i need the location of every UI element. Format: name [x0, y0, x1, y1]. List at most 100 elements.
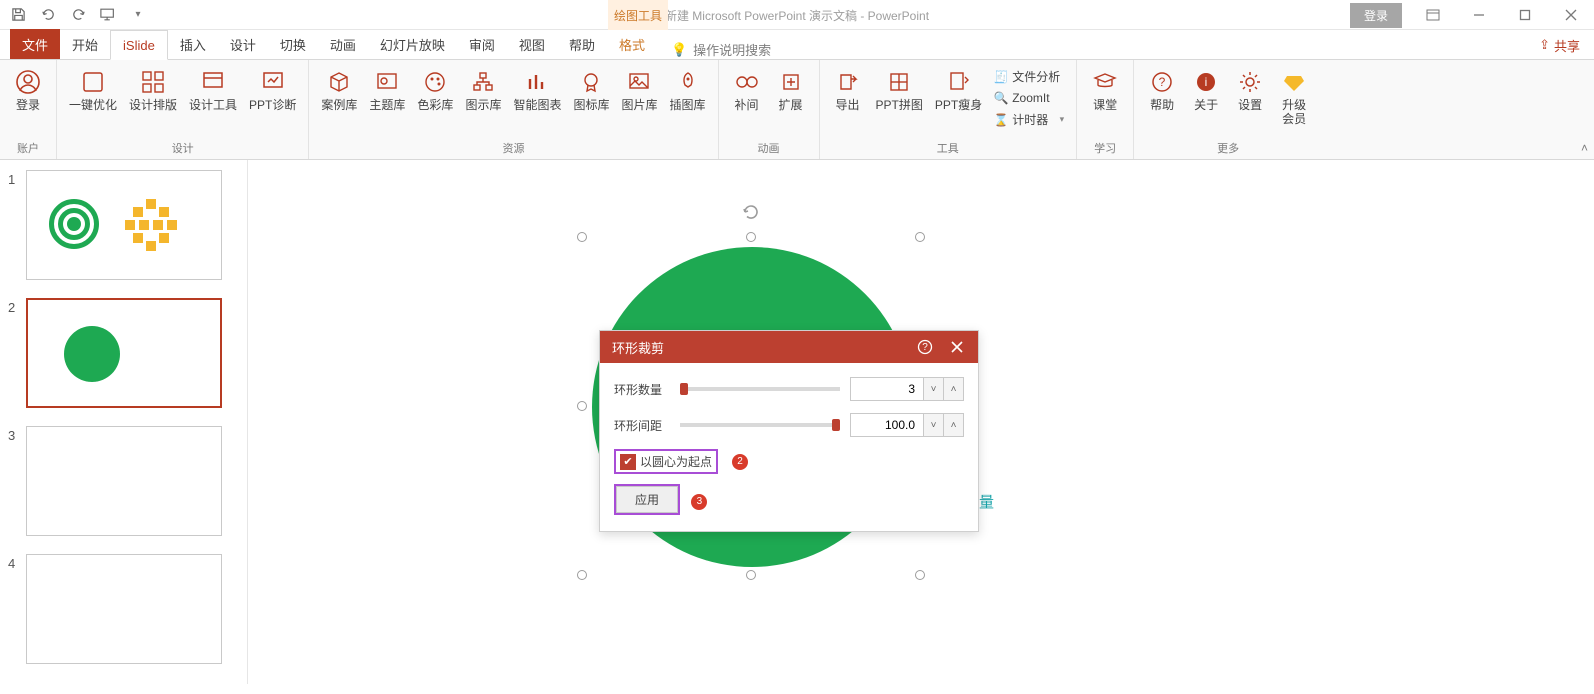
illus-button[interactable]: 插图库: [666, 64, 710, 112]
ribbon: 登录 账户 一键优化 设计排版 设计工具 PPT诊断 设计 案例库 主题库 色彩…: [0, 60, 1594, 160]
slide-thumbnails: 1 2 3: [0, 160, 248, 684]
dialog-close-icon[interactable]: [948, 338, 966, 356]
timer-button[interactable]: ⌛计时器 ▾: [990, 109, 1068, 130]
gap-up-icon[interactable]: ˄: [943, 414, 963, 436]
slide-thumb-3[interactable]: [26, 426, 222, 536]
minimize-icon[interactable]: [1456, 0, 1502, 30]
diamond-icon: [1280, 68, 1308, 96]
group-design: 一键优化 设计排版 设计工具 PPT诊断 设计: [57, 60, 309, 159]
resize-handle[interactable]: [915, 570, 925, 580]
login-big-button[interactable]: 登录: [8, 64, 48, 112]
from-center-checkbox[interactable]: ✔: [620, 454, 636, 470]
tab-animation[interactable]: 动画: [318, 29, 368, 59]
smart-button[interactable]: 智能图表: [509, 64, 565, 112]
badge-icon: [577, 68, 605, 96]
zoomit-button[interactable]: 🔍ZoomIt: [990, 89, 1068, 107]
image-icon: [625, 68, 653, 96]
rings-up-icon[interactable]: ˄: [943, 378, 963, 400]
info-icon: i: [1192, 68, 1220, 96]
circle-graphic: [64, 326, 120, 382]
from-center-label: 以圆心为起点: [640, 453, 712, 470]
resize-handle[interactable]: [915, 232, 925, 242]
resize-handle[interactable]: [577, 401, 587, 411]
tab-islide[interactable]: iSlide: [110, 30, 168, 60]
qat-customize-icon[interactable]: ▾: [130, 7, 146, 23]
dialog-body: 环形数量 ˅ ˄ 环形间距 ˅ ˄ ✔ 以圆心为起点 2: [600, 363, 978, 531]
title-bar: ▾ 新建 Microsoft PowerPoint 演示文稿 - PowerPo…: [0, 0, 1594, 30]
extend-icon: [777, 68, 805, 96]
collapse-ribbon-icon[interactable]: ˄: [1581, 141, 1588, 155]
maximize-icon[interactable]: [1502, 0, 1548, 30]
tab-design[interactable]: 设计: [218, 29, 268, 59]
start-from-beginning-icon[interactable]: [100, 7, 116, 23]
share-icon: ⇪: [1539, 37, 1550, 53]
rings-input[interactable]: [851, 378, 923, 400]
doc-icon: 🧾: [994, 70, 1008, 84]
help-button[interactable]: ?帮助: [1142, 64, 1182, 112]
resize-handle[interactable]: [577, 232, 587, 242]
color-button[interactable]: 色彩库: [413, 64, 457, 112]
gap-input[interactable]: [851, 414, 923, 436]
about-button[interactable]: i关于: [1186, 64, 1226, 112]
tab-review[interactable]: 审阅: [457, 29, 507, 59]
upgrade-button[interactable]: 升级 会员: [1274, 64, 1314, 126]
tab-slideshow[interactable]: 幻灯片放映: [368, 29, 457, 59]
login-button[interactable]: 登录: [1350, 3, 1402, 28]
slide-thumb-2[interactable]: [26, 298, 222, 408]
export-button[interactable]: 导出: [828, 64, 868, 112]
file-analysis-button[interactable]: 🧾文件分析: [990, 66, 1068, 87]
tab-help[interactable]: 帮助: [557, 29, 607, 59]
dialog-titlebar[interactable]: 环形裁剪 ?: [600, 331, 978, 363]
tween-button[interactable]: 补间: [727, 64, 767, 112]
theme-button[interactable]: 主题库: [365, 64, 409, 112]
annotation-badge-3: 3: [691, 494, 707, 510]
thumb-num-3: 3: [8, 426, 26, 443]
gap-slider[interactable]: [680, 423, 840, 427]
shape-button[interactable]: 图示库: [461, 64, 505, 112]
redo-icon[interactable]: [70, 7, 86, 23]
thumb-num-2: 2: [8, 298, 26, 315]
rings-slider[interactable]: [680, 387, 840, 391]
tab-file[interactable]: 文件: [10, 29, 60, 59]
ribbon-display-options-icon[interactable]: [1410, 0, 1456, 30]
class-button[interactable]: 课堂: [1085, 64, 1125, 112]
design-tools-button[interactable]: 设计工具: [185, 64, 241, 112]
optimize-button[interactable]: 一键优化: [65, 64, 121, 112]
ppt-diag-button[interactable]: PPT诊断: [245, 64, 300, 112]
group-tools: 导出 PPT拼图 PPT瘦身 🧾文件分析 🔍ZoomIt ⌛计时器 ▾ 工具: [820, 60, 1078, 159]
apply-button[interactable]: 应用: [616, 486, 678, 513]
image-button[interactable]: 图片库: [617, 64, 661, 112]
share-button[interactable]: ⇪ 共享: [1539, 30, 1580, 60]
slim-button[interactable]: PPT瘦身: [931, 64, 986, 112]
dialog-help-icon[interactable]: ?: [916, 338, 934, 356]
extend-button[interactable]: 扩展: [771, 64, 811, 112]
window-buttons: 登录: [1350, 0, 1594, 30]
tab-view[interactable]: 视图: [507, 29, 557, 59]
resize-handle[interactable]: [746, 570, 756, 580]
close-icon[interactable]: [1548, 0, 1594, 30]
chevron-down-icon: ▾: [1060, 114, 1065, 125]
window-title: 新建 Microsoft PowerPoint 演示文稿 - PowerPoin…: [665, 7, 929, 24]
tell-me-search[interactable]: 💡 操作说明搜索: [671, 40, 771, 59]
save-icon[interactable]: [10, 7, 26, 23]
tab-insert[interactable]: 插入: [168, 29, 218, 59]
rotate-handle[interactable]: [742, 203, 760, 221]
layout-button[interactable]: 设计排版: [125, 64, 181, 112]
case-button[interactable]: 案例库: [317, 64, 361, 112]
tab-home[interactable]: 开始: [60, 29, 110, 59]
puzzle-button[interactable]: PPT拼图: [872, 64, 927, 112]
slide-thumb-4[interactable]: [26, 554, 222, 664]
undo-icon[interactable]: [40, 7, 56, 23]
icon-button[interactable]: 图标库: [569, 64, 613, 112]
resize-handle[interactable]: [746, 232, 756, 242]
settings-button[interactable]: 设置: [1230, 64, 1270, 112]
rocket-icon: [674, 68, 702, 96]
tab-transition[interactable]: 切换: [268, 29, 318, 59]
rings-down-icon[interactable]: ˅: [923, 378, 943, 400]
tab-format[interactable]: 格式: [607, 29, 657, 59]
slide-thumb-1[interactable]: [26, 170, 222, 280]
gap-down-icon[interactable]: ˅: [923, 414, 943, 436]
gear-icon: [1236, 68, 1264, 96]
resize-handle[interactable]: [577, 570, 587, 580]
theme-icon: [373, 68, 401, 96]
